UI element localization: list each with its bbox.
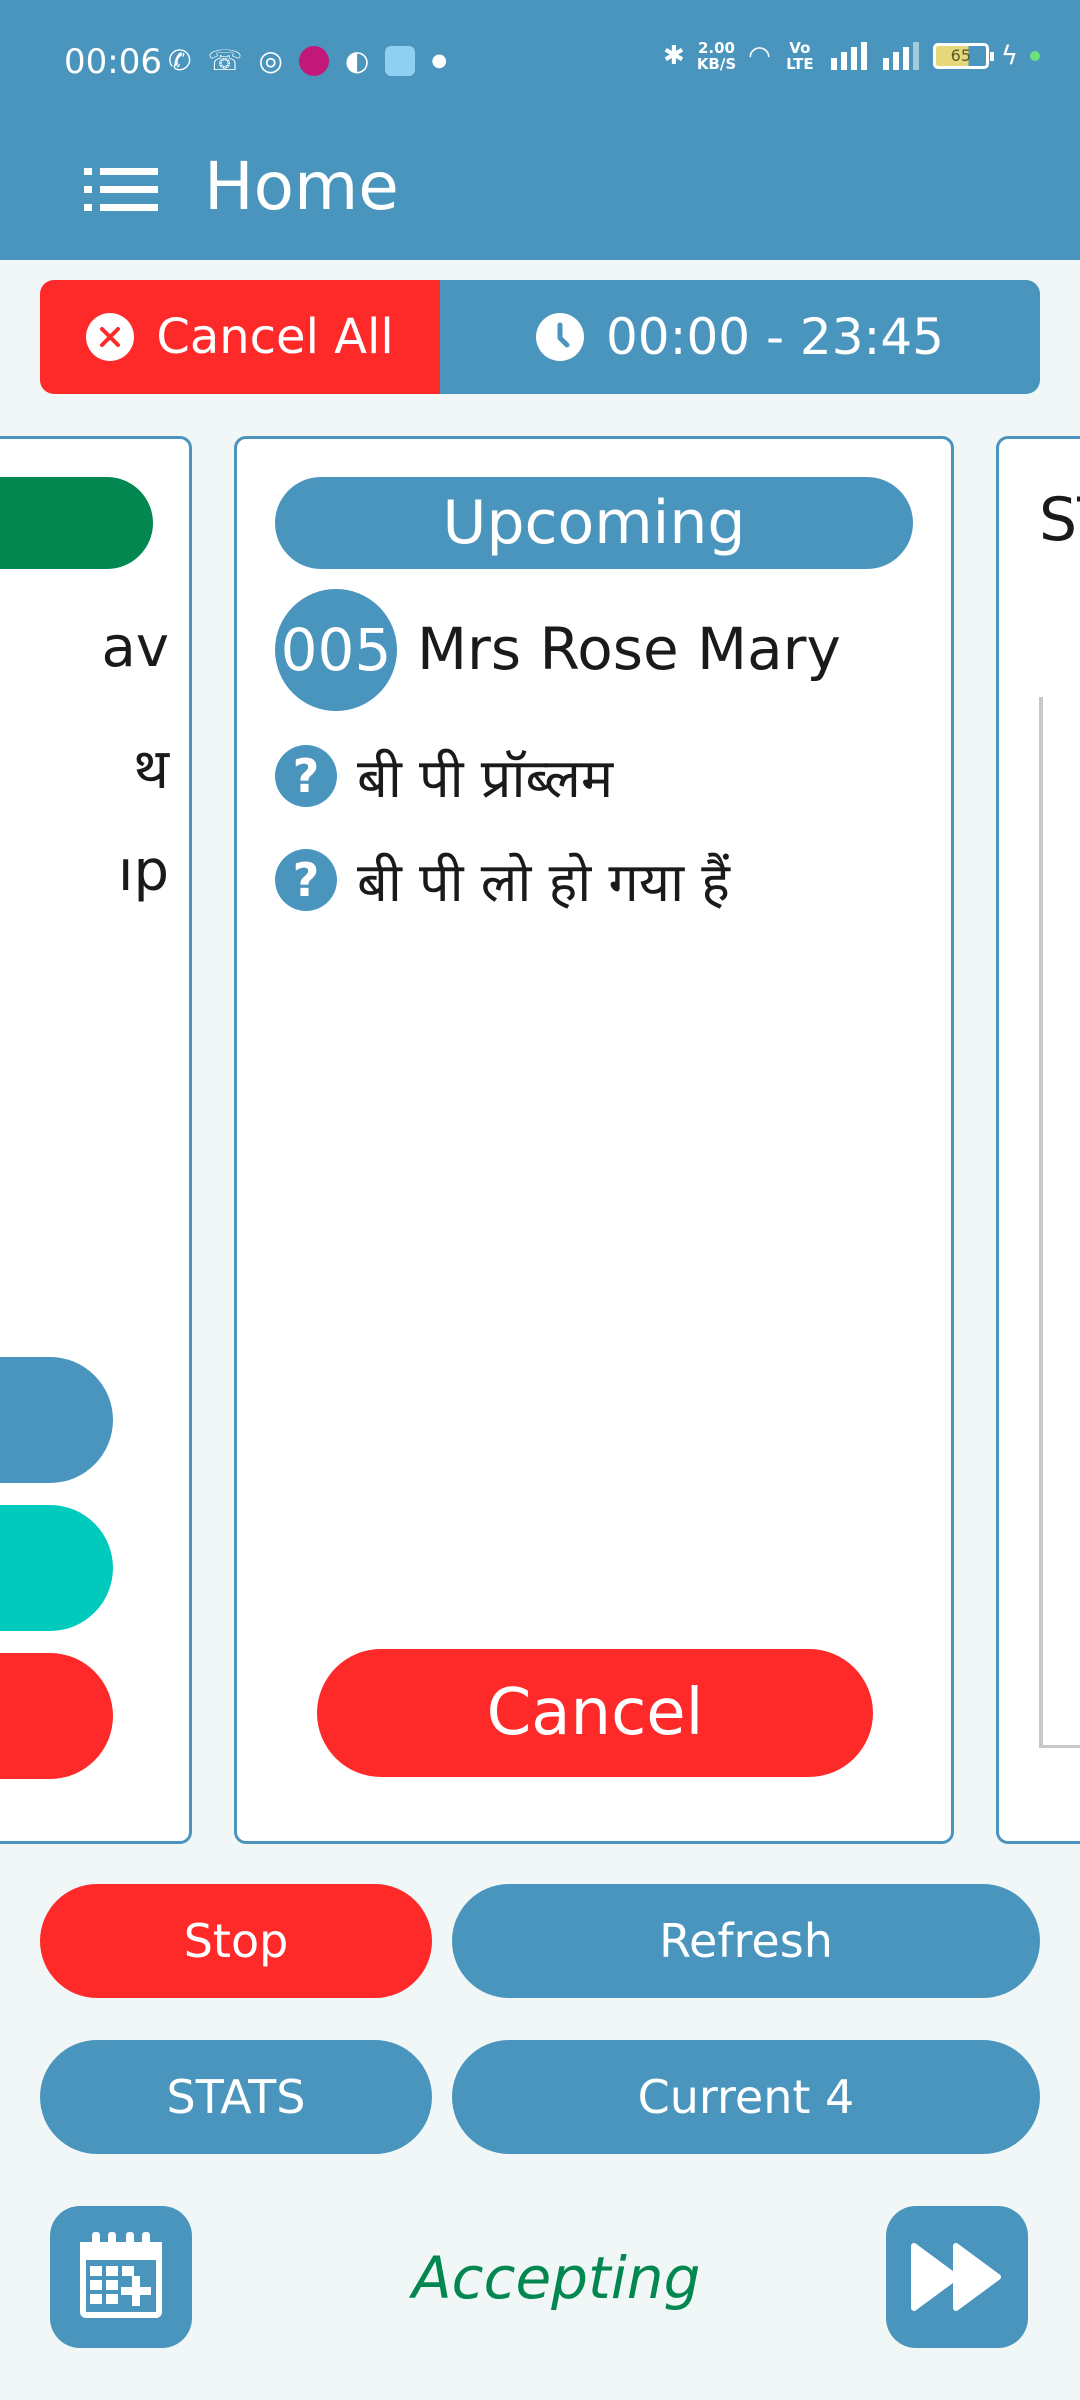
card-text-line: थ bbox=[133, 737, 169, 802]
app-icon bbox=[298, 45, 329, 76]
accepting-status: Accepting bbox=[412, 2244, 701, 2312]
status-left-icons: ✆ ☏ ◎ ◐ ● bbox=[168, 44, 447, 77]
patient-name: Mrs Rose Mary bbox=[417, 615, 841, 683]
symptom-item: ? बी पी लो हो गया हैं bbox=[275, 843, 730, 917]
calendar-add-icon bbox=[80, 2232, 162, 2318]
card-action-button[interactable] bbox=[0, 1357, 113, 1483]
signal-icon bbox=[830, 42, 867, 70]
cancel-all-button[interactable]: Cancel All bbox=[40, 280, 440, 394]
status-time: 00:06 bbox=[64, 42, 162, 82]
more-dot-icon: ● bbox=[431, 50, 448, 71]
chrome-icon: ◐ bbox=[344, 44, 370, 77]
green-dot-icon bbox=[1030, 51, 1040, 61]
instagram-icon: ◎ bbox=[258, 44, 283, 77]
clock-icon bbox=[535, 313, 584, 361]
symptom-text: बी पी लो हो गया हैं bbox=[357, 851, 730, 914]
symptom-item: ? बी पी प्रॉब्लम bbox=[275, 739, 613, 813]
appointment-card: Upcoming 005 Mrs Rose Mary ? बी पी प्रॉब… bbox=[234, 436, 954, 1844]
status-pill bbox=[0, 477, 153, 569]
phone-icon: ✆ bbox=[168, 44, 192, 77]
cancel-all-label: Cancel All bbox=[156, 309, 394, 365]
fast-forward-icon bbox=[911, 2243, 1001, 2311]
card-heading: ST bbox=[1039, 485, 1080, 555]
calendar-add-button[interactable] bbox=[50, 2206, 192, 2348]
card-action-button[interactable] bbox=[0, 1653, 113, 1779]
menu-list-icon[interactable] bbox=[84, 166, 158, 214]
wifi-icon: ◠ bbox=[748, 41, 771, 71]
missed-call-icon: ☏ bbox=[207, 44, 243, 77]
time-range-label: 00:00 - 23:45 bbox=[605, 308, 944, 366]
stop-button[interactable]: Stop bbox=[40, 1884, 432, 1998]
status-right-icons: ✱ 2.00 KB/S ◠ Vo LTE 65 ϟ bbox=[663, 40, 1040, 72]
battery-icon: 65 bbox=[932, 43, 994, 69]
bluetooth-icon: ✱ bbox=[663, 41, 685, 71]
refresh-button[interactable]: Refresh bbox=[452, 1884, 1040, 1998]
symptom-text: बी पी प्रॉब्लम bbox=[357, 747, 614, 810]
stats-button[interactable]: STATS bbox=[40, 2040, 432, 2154]
question-icon: ? bbox=[275, 849, 337, 911]
card-divider bbox=[1039, 697, 1043, 1747]
current-button[interactable]: Current 4 bbox=[452, 2040, 1040, 2154]
cloud-icon bbox=[385, 45, 416, 76]
signal-icon-2 bbox=[882, 42, 919, 70]
question-icon: ? bbox=[275, 745, 337, 807]
top-action-bar: Cancel All 00:00 - 23:45 bbox=[40, 280, 1040, 394]
card-divider bbox=[1039, 1745, 1080, 1748]
appointment-card-previous[interactable]: av थ ıp bbox=[0, 436, 192, 1844]
volte-label: Vo LTE bbox=[786, 39, 814, 73]
time-range-button[interactable]: 00:00 - 23:45 bbox=[440, 280, 1040, 394]
close-circle-icon bbox=[86, 313, 135, 361]
app-bar: Home bbox=[0, 126, 1080, 260]
next-button[interactable] bbox=[886, 2206, 1028, 2348]
card-text-line: ıp bbox=[117, 839, 169, 904]
card-text-line: av bbox=[101, 615, 169, 680]
card-action-button[interactable] bbox=[0, 1505, 113, 1631]
status-pill: Upcoming bbox=[275, 477, 913, 569]
charging-icon: ϟ bbox=[1000, 41, 1018, 71]
page-title: Home bbox=[204, 148, 399, 225]
network-speed: 2.00 KB/S bbox=[696, 39, 737, 73]
token-number: 005 bbox=[275, 589, 397, 711]
cancel-appointment-button[interactable]: Cancel bbox=[317, 1649, 873, 1777]
status-bar: 00:06 ✆ ☏ ◎ ◐ ● ✱ 2.00 KB/S ◠ Vo LTE 65 ϟ bbox=[0, 0, 1080, 126]
appointment-card-next[interactable]: ST bbox=[996, 436, 1080, 1844]
